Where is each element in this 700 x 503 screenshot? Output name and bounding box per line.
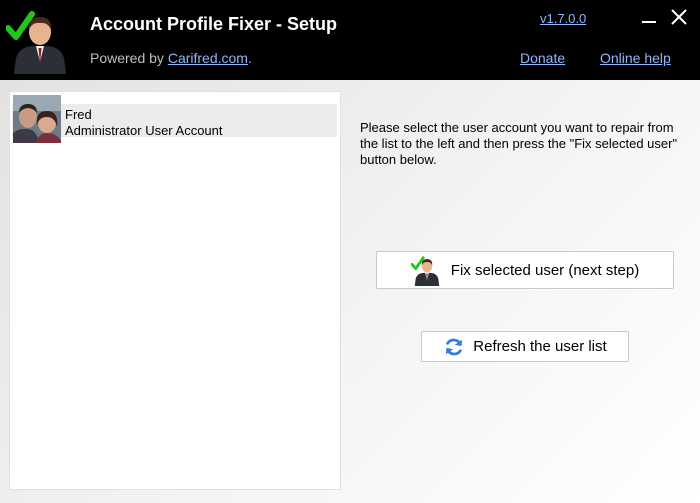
minimize-button[interactable] [638, 6, 660, 28]
fix-selected-user-button[interactable]: Fix selected user (next step) [376, 251, 674, 289]
version-link[interactable]: v1.7.0.0 [540, 11, 586, 26]
carifred-link[interactable]: Carifred.com [168, 50, 248, 66]
refresh-icon [446, 338, 463, 355]
app-title: Account Profile Fixer - Setup [90, 14, 338, 34]
online-help-link[interactable]: Online help [600, 50, 671, 66]
fix-button-label: Fix selected user (next step) [450, 261, 640, 279]
title-bar: Account Profile Fixer - Setup Powered by… [0, 0, 700, 80]
donate-link[interactable]: Donate [520, 50, 565, 66]
user-list[interactable]: Fred Administrator User Account [9, 91, 341, 490]
user-check-icon [410, 256, 440, 286]
refresh-button-label: Refresh the user list [473, 338, 607, 355]
avatar [13, 95, 61, 143]
powered-by-text: Powered by Carifred.com. [90, 50, 252, 66]
powered-by-prefix: Powered by [90, 50, 168, 66]
close-button[interactable] [668, 6, 690, 28]
close-icon [671, 9, 687, 25]
refresh-user-list-button[interactable]: Refresh the user list [421, 331, 629, 362]
list-item[interactable]: Fred Administrator User Account [12, 94, 337, 144]
user-name: Fred [65, 107, 92, 122]
instructions-text: Please select the user account you want … [360, 120, 678, 167]
powered-by-suffix: . [247, 50, 252, 66]
user-check-icon [6, 11, 66, 74]
minimize-icon [642, 21, 656, 23]
user-info: Fred Administrator User Account [65, 99, 223, 139]
user-account-type: Administrator User Account [65, 123, 223, 138]
